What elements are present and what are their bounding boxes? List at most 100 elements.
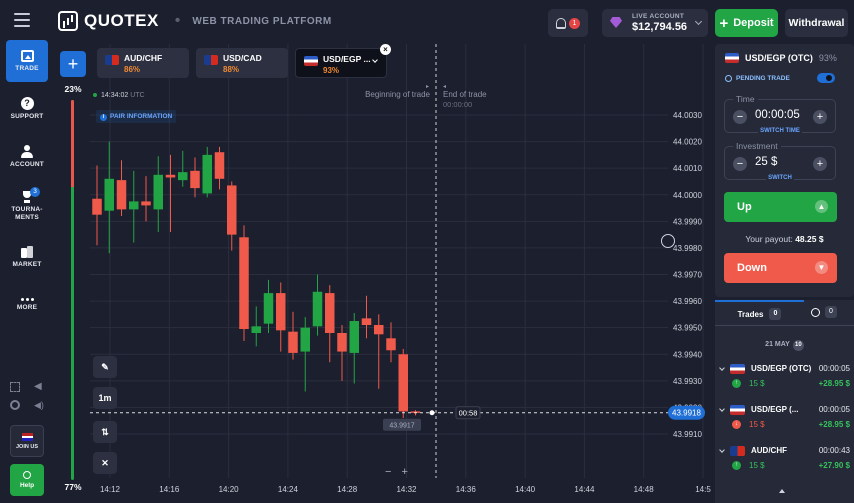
scroll-up-icon[interactable] xyxy=(779,489,785,493)
clock-timezone: UTC xyxy=(130,92,145,99)
cursor-marker xyxy=(661,234,675,248)
arrow-down-icon: ↓ xyxy=(732,420,741,429)
candle-body xyxy=(190,170,200,189)
candle-body xyxy=(178,172,188,181)
trades-panel: Trades 0 0 21 MAY 10 USD/EGP (OTC) 00:00:… xyxy=(715,300,854,503)
asset-payout: 88% xyxy=(223,65,240,74)
candles xyxy=(92,141,421,419)
timeframe-button[interactable]: 1m xyxy=(93,387,117,409)
arrow-up-icon: ↑ xyxy=(732,379,741,388)
y-tick-label: 43.9990 xyxy=(673,217,702,226)
asset-payout: 86% xyxy=(124,65,141,74)
y-tick-label: 44.0020 xyxy=(673,138,702,147)
down-label: Down xyxy=(737,262,767,274)
sentiment-track xyxy=(71,100,74,480)
up-button[interactable]: Up ▲ xyxy=(724,192,837,222)
asset-name: AUD/CHF xyxy=(124,53,163,63)
tools-icon: ✕ xyxy=(101,457,109,468)
candle-body xyxy=(227,185,237,235)
flag-icon xyxy=(730,364,745,374)
investment-field: Investment − 25 $ + SWITCH xyxy=(724,141,836,181)
trade-row[interactable]: AUD/CHF 00:00:43 ↑ 15 $ +27.90 $ xyxy=(719,443,850,479)
chart-settings-button[interactable]: ✕ xyxy=(93,452,117,474)
trade-profit: +28.95 $ xyxy=(818,420,850,429)
x-tick-label: 14:16 xyxy=(159,485,180,494)
x-tick-label: 14:12 xyxy=(100,485,121,494)
current-price-dot xyxy=(429,410,435,416)
trades-date-label: 21 MAY xyxy=(765,341,790,348)
trades-date-count: 10 xyxy=(792,340,804,351)
trade-time: 00:00:05 xyxy=(818,364,850,373)
asset-tab-aud-chf[interactable]: AUD/CHF 86% xyxy=(97,48,189,78)
candle-body xyxy=(398,354,408,412)
zoom-in-button[interactable]: + xyxy=(401,466,407,478)
candle-body xyxy=(129,201,139,210)
switch-label: SWITCH xyxy=(766,175,794,181)
flag-icon xyxy=(204,55,218,65)
flag-icon xyxy=(105,55,119,65)
y-tick-label: 43.9950 xyxy=(673,324,702,333)
y-tick-label: 44.0030 xyxy=(673,111,702,120)
candle-body xyxy=(337,332,347,352)
x-tick-label: 14:32 xyxy=(396,485,417,494)
trade-time: 00:00:43 xyxy=(818,446,850,455)
pencil-icon: ✎ xyxy=(101,361,109,372)
flag-icon xyxy=(304,56,318,66)
selected-asset[interactable]: USD/EGP (OTC) 93% xyxy=(725,53,837,63)
payout-label: Your payout: xyxy=(745,234,793,244)
y-tick-label: 43.9970 xyxy=(673,271,702,280)
trade-profit: +28.95 $ xyxy=(818,379,850,388)
arrow-down-icon: ▼ xyxy=(815,261,828,274)
x-tick-label: 14:40 xyxy=(515,485,536,494)
x-tick-label: 14:28 xyxy=(337,485,358,494)
pending-trade-toggle[interactable] xyxy=(817,73,835,83)
zoom-out-button[interactable]: − xyxy=(385,466,391,478)
y-tick-label: 43.9960 xyxy=(673,297,702,306)
trading-app: QUOTEX • WEB TRADING PLATFORM 1 LIVE ACC… xyxy=(0,0,854,503)
asset-tab-usd-egp[interactable]: USD/EGP ... 93% × xyxy=(295,44,391,78)
tab-trades-label: Trades xyxy=(737,309,764,319)
trade-row[interactable]: USD/EGP (... 00:00:05 ↓ 15 $ +28.95 $ xyxy=(719,402,850,438)
current-price-label: 43.9918 xyxy=(672,409,701,418)
pending-trade-text: PENDING TRADE xyxy=(736,75,790,82)
switch-time[interactable]: SWITCH TIME xyxy=(725,119,835,137)
chevron-down-icon[interactable] xyxy=(372,57,378,63)
pair-information-button[interactable]: i PAIR INFORMATION xyxy=(96,110,177,123)
tab-trades[interactable]: Trades 0 xyxy=(715,300,804,326)
x-tick-label: 14:44 xyxy=(574,485,595,494)
indicators-button[interactable]: ⇅ xyxy=(93,421,117,443)
candle-body xyxy=(202,154,212,194)
trade-asset: AUD/CHF xyxy=(751,446,787,455)
trade-profit: +27.90 $ xyxy=(818,461,850,470)
indicators-icon: ⇅ xyxy=(101,426,109,437)
draw-tool-button[interactable]: ✎ xyxy=(93,356,117,378)
arrow-up-icon: ▲ xyxy=(815,200,828,213)
flag-icon xyxy=(730,405,745,415)
selected-asset-name: USD/EGP (OTC) xyxy=(745,53,813,63)
up-label: Up xyxy=(737,201,752,213)
trade-asset: USD/EGP (... xyxy=(751,405,799,414)
candle-body xyxy=(263,293,274,324)
pending-trade-label: PENDING TRADE xyxy=(725,75,790,82)
payout-value: 48.25 $ xyxy=(795,234,824,244)
tab-history[interactable]: 0 xyxy=(811,306,837,318)
down-button[interactable]: Down ▼ xyxy=(724,253,837,283)
sell-percentage: 23% xyxy=(64,84,82,94)
candle-body xyxy=(92,198,102,215)
asset-name: USD/EGP ... xyxy=(323,54,371,64)
asset-tab-usd-cad[interactable]: USD/CAD 88% xyxy=(196,48,288,78)
close-icon[interactable]: × xyxy=(380,44,391,55)
switch-currency[interactable]: SWITCH xyxy=(725,166,835,184)
trade-row[interactable]: USD/EGP (OTC) 00:00:05 ↑ 15 $ +28.95 $ xyxy=(719,361,850,397)
time-label: Time xyxy=(733,94,758,104)
chevron-down-icon xyxy=(719,447,725,453)
server-clock: 14:34:02 UTC xyxy=(93,92,145,99)
add-asset-button[interactable]: + xyxy=(60,51,86,77)
trades-count: 0 xyxy=(769,308,782,320)
payout-info: Your payout: 48.25 $ xyxy=(715,234,854,244)
trades-tabs: Trades 0 0 xyxy=(715,300,854,326)
chart-overlay: Beginning of trade End of trade00:00:00 ▸ ◂… xyxy=(90,44,705,478)
candle-body xyxy=(116,180,127,210)
info-icon: i xyxy=(100,114,107,121)
pair-information-label: PAIR INFORMATION xyxy=(110,113,173,120)
